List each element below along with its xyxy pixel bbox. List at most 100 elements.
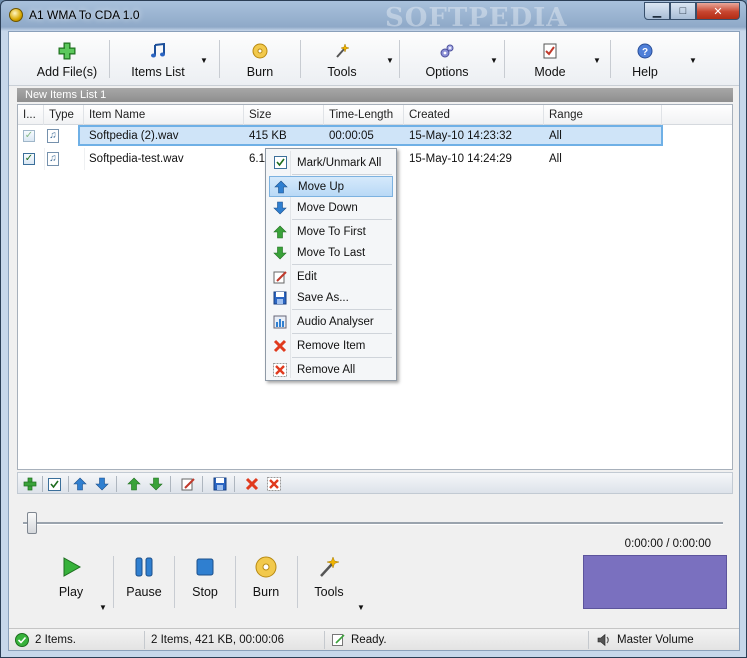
tools-label: Tools	[327, 65, 357, 79]
player-panel: 0:00:00 / 0:00:00 Play ▼ Pause Stop Burn…	[17, 506, 733, 626]
burn-button[interactable]: Burn	[235, 35, 285, 83]
menu-item-move-down[interactable]: Move Down	[269, 197, 393, 218]
arrow-up-green-icon[interactable]	[126, 476, 142, 492]
add-files-label: Add File(s)	[36, 65, 98, 79]
toolbar-separator	[297, 556, 298, 608]
column-header-created[interactable]: Created	[404, 105, 544, 125]
menu-item-audio-analyser[interactable]: Audio Analyser	[269, 311, 393, 332]
context-menu: Mark/Unmark All Move Up Move Down Move T…	[265, 148, 397, 381]
column-header-item-name[interactable]: Item Name	[84, 105, 244, 125]
analyser-icon	[272, 314, 288, 330]
title-bar[interactable]: A1 WMA To CDA 1.0 SOFTPEDIA ▁ □ ✕	[1, 1, 746, 33]
options-label: Options	[425, 65, 469, 79]
menu-item-move-to-last[interactable]: Move To Last	[269, 242, 393, 263]
menu-item-mark-unmark-all[interactable]: Mark/Unmark All	[269, 152, 393, 173]
speaker-icon	[597, 633, 611, 647]
status-volume[interactable]: Master Volume	[593, 631, 739, 649]
remove-all-icon[interactable]	[266, 476, 282, 492]
arrow-down-green-icon[interactable]	[148, 476, 164, 492]
wand-icon	[318, 556, 340, 578]
menu-item-label: Move To First	[297, 225, 366, 238]
main-toolbar: Add File(s) Items List ▼ Burn Tools ▼ Op…	[9, 32, 739, 86]
menu-item-label: Edit	[297, 270, 317, 283]
player-tools-dropdown-icon[interactable]: ▼	[357, 603, 365, 612]
minimize-button[interactable]: ▁	[644, 2, 670, 20]
menu-item-move-to-first[interactable]: Move To First	[269, 221, 393, 242]
toolbar-separator	[68, 476, 69, 492]
pause-button[interactable]: Pause	[123, 556, 165, 599]
seek-bar[interactable]	[23, 522, 723, 525]
gears-icon	[438, 42, 456, 60]
cell-created: 15-May-10 14:24:29	[409, 153, 512, 165]
table-row[interactable]: ✓ ♫ Softpedia (2).wav 415 KB 00:00:05 15…	[18, 125, 673, 147]
menu-item-label: Mark/Unmark All	[297, 156, 382, 169]
mode-label: Mode	[534, 65, 566, 79]
mode-button[interactable]: Mode	[527, 35, 573, 83]
tools-dropdown-icon[interactable]: ▼	[386, 56, 394, 65]
maximize-button[interactable]: □	[670, 2, 696, 20]
menu-item-label: Move Down	[297, 201, 358, 214]
checkbox-icon[interactable]	[46, 476, 62, 492]
column-header-time-length[interactable]: Time-Length	[324, 105, 404, 125]
help-dropdown-icon[interactable]: ▼	[689, 56, 697, 65]
menu-item-label: Save As...	[297, 291, 349, 304]
summary-text: 2 Items, 421 KB, 00:00:06	[151, 634, 284, 646]
remove-all-icon	[272, 362, 288, 378]
items-list-label: Items List	[131, 65, 185, 79]
column-header-range[interactable]: Range	[544, 105, 662, 125]
column-header-type[interactable]: Type	[44, 105, 84, 125]
options-button[interactable]: Options	[419, 35, 475, 83]
menu-separator	[292, 219, 392, 220]
remove-icon	[272, 338, 288, 354]
stop-button[interactable]: Stop	[185, 556, 225, 599]
tools-button[interactable]: Tools	[317, 35, 367, 83]
menu-item-label: Move To Last	[297, 246, 366, 259]
close-button[interactable]: ✕	[696, 2, 740, 20]
column-header-index[interactable]: I...	[18, 105, 44, 125]
menu-item-remove-item[interactable]: Remove Item	[269, 335, 393, 356]
toolbar-separator	[116, 476, 117, 492]
cell-range: All	[549, 130, 562, 142]
row-checkbox[interactable]: ✓	[23, 153, 35, 165]
options-dropdown-icon[interactable]: ▼	[490, 56, 498, 65]
menu-separator	[292, 264, 392, 265]
master-volume-text: Master Volume	[617, 634, 694, 646]
mode-dropdown-icon[interactable]: ▼	[593, 56, 601, 65]
play-dropdown-icon[interactable]: ▼	[99, 603, 107, 612]
help-button[interactable]: ? Help	[625, 35, 665, 83]
cell-item-name: Softpedia-test.wav	[89, 153, 184, 165]
save-icon	[272, 290, 288, 306]
cell-created: 15-May-10 14:23:32	[409, 130, 512, 142]
column-header-size[interactable]: Size	[244, 105, 324, 125]
arrow-down-blue-icon[interactable]	[94, 476, 110, 492]
menu-item-edit[interactable]: Edit	[269, 266, 393, 287]
add-files-button[interactable]: Add File(s)	[35, 35, 99, 83]
pause-label: Pause	[126, 585, 162, 599]
player-tools-button[interactable]: Tools	[309, 556, 349, 599]
edit-icon[interactable]	[180, 476, 196, 492]
seek-thumb[interactable]	[27, 512, 37, 534]
toolbar-separator	[174, 556, 175, 608]
row-checkbox[interactable]: ✓	[23, 130, 35, 142]
save-icon[interactable]	[212, 476, 228, 492]
audio-file-icon: ♫	[47, 152, 59, 166]
toolbar-separator	[113, 556, 114, 608]
checkbox-icon	[272, 155, 288, 171]
arrow-up-blue-icon[interactable]	[72, 476, 88, 492]
items-list-button[interactable]: Items List	[127, 35, 189, 83]
remove-icon[interactable]	[244, 476, 260, 492]
player-burn-button[interactable]: Burn	[246, 556, 286, 599]
play-label: Play	[58, 585, 84, 599]
menu-item-remove-all[interactable]: Remove All	[269, 359, 393, 380]
toolbar-separator	[234, 476, 235, 492]
add-icon[interactable]	[22, 476, 38, 492]
menu-item-move-up[interactable]: Move Up	[269, 176, 393, 197]
items-list-dropdown-icon[interactable]: ▼	[200, 56, 208, 65]
arrow-up-blue-icon	[273, 179, 289, 195]
play-button[interactable]: Play	[51, 556, 91, 599]
cell-item-name: Softpedia (2).wav	[89, 130, 179, 142]
add-icon	[58, 42, 76, 60]
check-circle-icon	[15, 633, 29, 647]
svg-text:?: ?	[642, 47, 648, 58]
menu-item-save-as[interactable]: Save As...	[269, 287, 393, 308]
